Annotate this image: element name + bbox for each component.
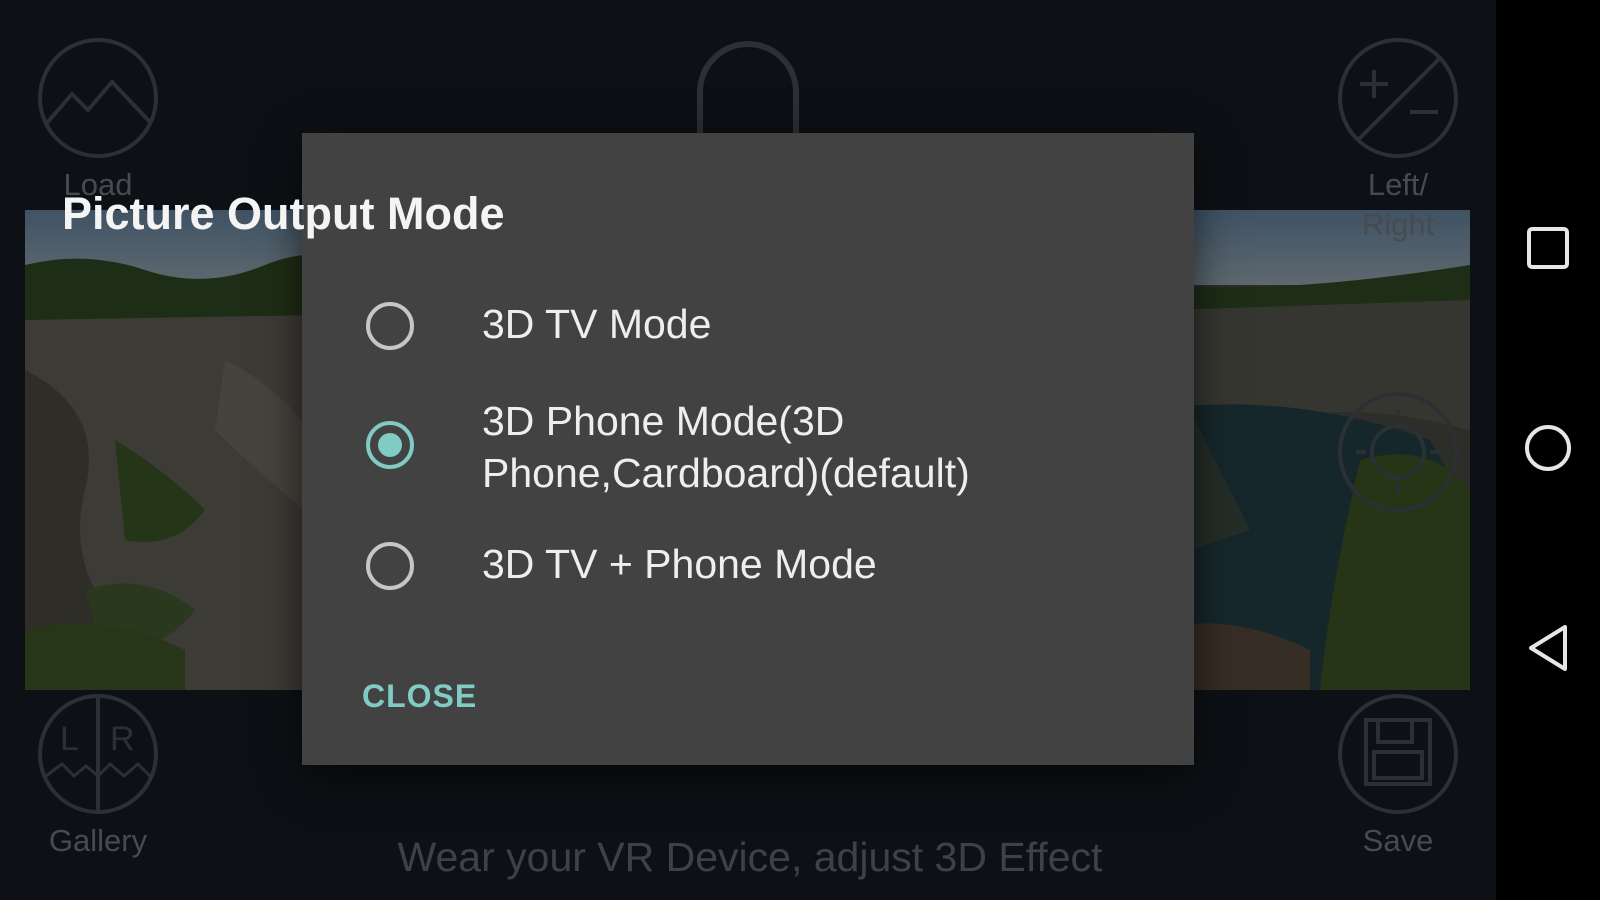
svg-text:L: L	[60, 720, 79, 758]
gallery-button[interactable]: L R Gallery	[28, 692, 168, 861]
left-right-label-line2: Right	[1361, 207, 1435, 242]
svg-text:R: R	[110, 720, 135, 758]
option-label-3d-phone-mode-line1: 3D Phone Mode(3D	[482, 398, 845, 444]
back-triangle-icon	[1525, 623, 1571, 678]
close-button[interactable]: CLOSE	[362, 678, 477, 715]
home-circle-icon	[1523, 423, 1573, 478]
radio-3d-phone-mode[interactable]	[366, 421, 414, 469]
option-3d-tv-mode[interactable]: 3D TV Mode	[0, 290, 892, 362]
recents-square-icon	[1526, 226, 1570, 275]
option-3d-phone-mode[interactable]: 3D Phone Mode(3D Phone,Cardboard)(defaul…	[0, 395, 970, 507]
left-right-gallery-icon: L R	[36, 692, 160, 821]
radio-3d-tv-phone-mode[interactable]	[366, 542, 414, 590]
recents-button[interactable]	[1518, 220, 1578, 280]
load-button[interactable]: Load	[28, 36, 168, 205]
instruction-hint: Wear your VR Device, adjust 3D Effect	[397, 834, 1103, 880]
system-navigation-bar	[1496, 0, 1600, 900]
gallery-label: Gallery	[48, 823, 148, 858]
save-button[interactable]: Save	[1328, 692, 1468, 861]
dialog-title: Picture Output Mode	[62, 188, 505, 239]
back-button[interactable]	[1518, 620, 1578, 680]
option-label-3d-tv-phone-mode: 3D TV + Phone Mode	[482, 541, 877, 587]
adjust-button[interactable]	[1328, 390, 1468, 519]
radio-3d-tv-mode[interactable]	[366, 302, 414, 350]
left-right-label-line1: Left/	[1367, 167, 1429, 202]
option-3d-tv-phone-mode[interactable]: 3D TV + Phone Mode	[0, 532, 892, 604]
plus-minus-icon	[1336, 36, 1460, 165]
option-label-3d-phone-mode-line2: Phone,Cardboard)(default)	[482, 450, 970, 496]
floppy-disk-icon	[1336, 692, 1460, 821]
home-button[interactable]	[1518, 420, 1578, 480]
left-right-swap-button[interactable]: Left/ Right	[1328, 36, 1468, 245]
option-label-3d-tv-mode: 3D TV Mode	[482, 301, 712, 347]
sun-icon	[1336, 390, 1460, 519]
save-label: Save	[1362, 823, 1434, 858]
mountain-icon	[36, 36, 160, 165]
headset-arch-icon	[692, 40, 804, 140]
